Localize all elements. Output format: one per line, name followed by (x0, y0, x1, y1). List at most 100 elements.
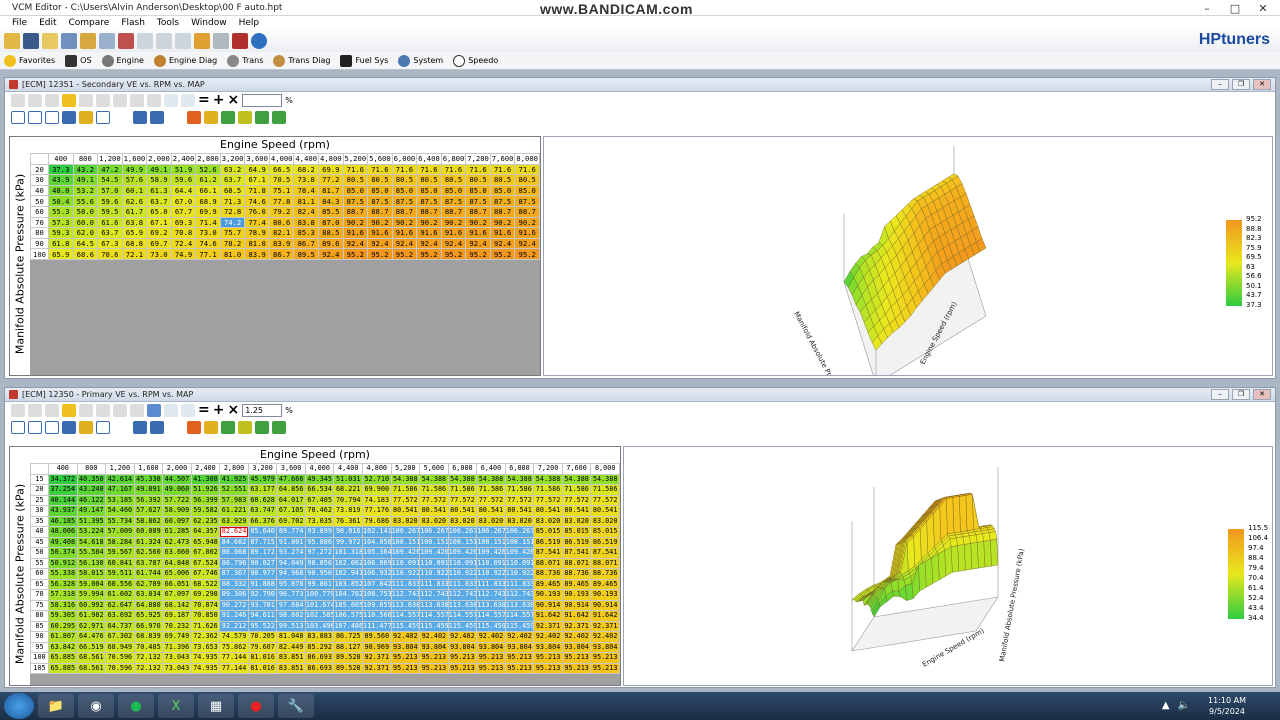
table-cell[interactable]: 85.0 (489, 184, 516, 197)
multiply-icon[interactable]: × (227, 93, 239, 107)
table-cell[interactable]: 57.0 (97, 184, 123, 197)
taskbar-spotify[interactable]: ● (118, 694, 154, 718)
table-cell[interactable]: 87.541 (561, 547, 592, 559)
column-header[interactable]: 2,000 (146, 153, 172, 165)
table-cell[interactable]: 34.372 (48, 473, 78, 485)
table-cell[interactable]: 54.388 (419, 473, 449, 485)
table-cell[interactable]: 60.841 (105, 557, 135, 569)
table-cell[interactable]: 63.2 (219, 163, 246, 176)
table-cell[interactable]: 90.2 (416, 216, 442, 229)
table-cell[interactable]: 60.0 (72, 216, 99, 229)
row-header[interactable]: 100 (30, 248, 49, 260)
clock[interactable]: 11:10 AM 9/5/2024 (1208, 695, 1246, 717)
table-cell[interactable]: 87.541 (533, 547, 563, 559)
column-header[interactable]: 3,200 (247, 463, 278, 475)
print-icon[interactable] (45, 404, 59, 417)
table-cell[interactable]: 62.560 (133, 547, 164, 559)
table-cell[interactable]: 62.6 (121, 195, 148, 207)
row-header[interactable]: 35 (30, 515, 49, 527)
set-equal-icon[interactable]: = (198, 93, 210, 107)
table-cell[interactable]: 61.2 (195, 174, 221, 186)
table-cell[interactable]: 66.1 (195, 184, 221, 197)
table-cell[interactable]: 90.027 (247, 557, 278, 569)
column-header[interactable]: 4,400 (333, 463, 364, 475)
table-cell[interactable]: 51.926 (190, 484, 221, 496)
table-cell[interactable]: 91.801 (276, 536, 306, 548)
table-cell[interactable]: 61.285 (162, 526, 192, 538)
3d-surface-plot[interactable]: Engine Speed (rpm) Manifold Absolute Pres… (543, 136, 1273, 415)
table-cell[interactable]: 92.4 (318, 248, 344, 260)
table-cell[interactable]: 110.922 (504, 568, 535, 580)
table-cell[interactable]: 77.572 (447, 494, 478, 506)
refresh-icon[interactable] (194, 33, 210, 49)
table-cell[interactable]: 88.5 (318, 227, 344, 239)
table-cell[interactable]: 95.2 (342, 248, 369, 260)
table-cell[interactable]: 69.7 (146, 237, 172, 250)
row-header[interactable]: 85 (30, 620, 49, 632)
table-cell[interactable]: 92.402 (533, 631, 563, 643)
table-cell[interactable]: 67.002 (190, 547, 221, 559)
table-cell[interactable]: 90.2 (342, 216, 369, 229)
column-header[interactable]: 1,200 (105, 463, 135, 475)
table-cell[interactable]: 67.7 (170, 205, 197, 218)
table-cell[interactable]: 72.1 (121, 248, 148, 260)
table-cell[interactable]: 95.213 (476, 652, 506, 664)
add-icon[interactable]: + (213, 403, 225, 417)
table-cell[interactable]: 114.557 (419, 610, 449, 622)
table-cell[interactable]: 88.7 (367, 205, 393, 218)
table-cell[interactable]: 92.371 (533, 620, 563, 632)
table-cell[interactable]: 45.979 (247, 473, 278, 485)
table-cell[interactable]: 52.551 (219, 484, 249, 496)
table-cell[interactable]: 62.971 (76, 620, 107, 632)
table-cell[interactable]: 102.585 (304, 610, 335, 622)
table-view-icon[interactable] (11, 421, 25, 434)
table-cell[interactable]: 63.7 (97, 227, 123, 239)
table-cell[interactable]: 78.205 (247, 631, 278, 643)
table-cell[interactable]: 70.850 (190, 610, 221, 622)
table-cell[interactable]: 92.4 (391, 237, 418, 250)
table-cell[interactable]: 115.459 (419, 620, 449, 632)
table-cell[interactable]: 110.922 (476, 568, 506, 580)
table-cell[interactable]: 115.459 (447, 620, 478, 632)
table-cell[interactable]: 58.0 (72, 205, 99, 218)
table-cell[interactable]: 43.937 (48, 505, 78, 517)
row-header[interactable]: 30 (30, 174, 49, 186)
table-cell[interactable]: 74.2 (219, 216, 246, 229)
table-cell[interactable]: 70.485 (133, 641, 164, 653)
table-cell[interactable]: 59.5 (97, 205, 123, 218)
table-cell[interactable]: 84.3 (318, 195, 344, 207)
table-cell[interactable]: 69.749 (162, 631, 192, 643)
table-cell[interactable]: 49.408 (48, 536, 78, 548)
table-cell[interactable]: 92.371 (362, 652, 392, 664)
table-cell[interactable]: 109.426 (419, 547, 449, 559)
table-cell[interactable]: 49.1 (146, 163, 172, 176)
table-cell[interactable]: 87.541 (590, 547, 620, 559)
table-cell[interactable]: 64.848 (162, 557, 192, 569)
row-header[interactable]: 70 (30, 589, 49, 601)
tray-arrow-icon[interactable]: ▲ (1162, 700, 1170, 711)
table-cell[interactable]: 85.0 (342, 184, 369, 197)
table-cell[interactable]: 96.773 (276, 589, 306, 601)
table-cell[interactable]: 66.5 (268, 163, 295, 176)
table-cell[interactable]: 68.561 (76, 652, 107, 664)
table-cell[interactable]: 49.891 (133, 484, 164, 496)
table-cell[interactable]: 113.638 (476, 599, 506, 611)
table-cell[interactable]: 92.402 (561, 631, 592, 643)
column-header[interactable]: 6,800 (504, 463, 535, 475)
table-cell[interactable]: 92.402 (447, 631, 478, 643)
grid-diff-icon[interactable] (130, 94, 144, 107)
table-cell[interactable]: 48.0 (48, 184, 74, 197)
table-cell[interactable]: 70.462 (304, 505, 335, 517)
table-cell[interactable]: 107.486 (333, 620, 364, 632)
table-cell[interactable]: 41.308 (190, 473, 221, 485)
table-cell[interactable]: 78.9 (244, 227, 270, 239)
table-cell[interactable]: 115.459 (476, 620, 506, 632)
table-cell[interactable]: 80.541 (504, 505, 535, 517)
table-cell[interactable]: 79.607 (247, 641, 278, 653)
table-cell[interactable]: 104.762 (333, 589, 364, 601)
table-cell[interactable]: 86.796 (219, 557, 249, 569)
table-cell[interactable]: 85.292 (304, 641, 335, 653)
table-cell[interactable]: 51.9 (170, 163, 197, 176)
table-cell[interactable]: 79.686 (362, 515, 392, 527)
table-cell[interactable]: 67.524 (190, 557, 221, 569)
